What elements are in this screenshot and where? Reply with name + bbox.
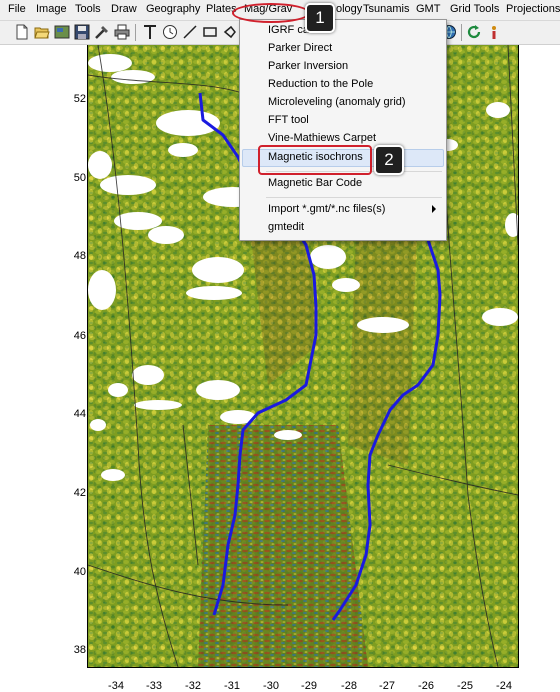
line-icon[interactable]	[182, 24, 198, 40]
menu-file[interactable]: File	[8, 3, 26, 15]
map-frame-bottom	[87, 667, 519, 668]
x-tick-label: -24	[496, 680, 512, 692]
x-tick-label: -30	[263, 680, 279, 692]
x-tick-label: -33	[146, 680, 162, 692]
menu-image[interactable]: Image	[36, 3, 67, 15]
magnetic-isochrons-highlight-box	[258, 145, 372, 175]
y-tick-label: 40	[73, 566, 86, 578]
x-tick-label: -29	[301, 680, 317, 692]
mag-grav-highlight-ring	[232, 3, 310, 23]
menu-item-magnetic-bar-code[interactable]: Magnetic Bar Code	[240, 175, 446, 193]
refresh-icon[interactable]	[466, 24, 482, 40]
y-tick-label: 42	[73, 487, 86, 499]
x-tick-label: -31	[224, 680, 240, 692]
menu-draw[interactable]: Draw	[111, 3, 137, 15]
menu-projections[interactable]: Projections	[506, 3, 560, 15]
rectangle-icon[interactable]	[202, 24, 218, 40]
submenu-arrow-icon	[432, 205, 436, 213]
menu-item-igrf-calc[interactable]: IGRF calc	[240, 22, 446, 40]
menu-grid-tools[interactable]: Grid Tools	[450, 3, 499, 15]
menu-item-gmtedit[interactable]: gmtedit	[240, 219, 446, 237]
step-callout-1: 1	[305, 3, 335, 33]
save-icon[interactable]	[74, 24, 90, 40]
x-tick-label: -32	[185, 680, 201, 692]
menu-item-microleveling[interactable]: Microleveling (anomaly grid)	[240, 94, 446, 112]
map-frame-right	[518, 45, 519, 668]
menu-item-reduction-to-pole[interactable]: Reduction to the Pole	[240, 76, 446, 94]
open-folder-icon[interactable]	[34, 24, 50, 40]
toolbar-separator	[461, 24, 462, 41]
info-icon[interactable]	[486, 24, 502, 40]
polygon-icon[interactable]	[222, 24, 238, 40]
menu-geography[interactable]: Geography	[146, 3, 200, 15]
map-frame-left	[87, 45, 88, 668]
y-tick-label: 48	[73, 250, 86, 262]
x-tick-label: -26	[418, 680, 434, 692]
y-tick-label: 44	[73, 408, 86, 420]
print-icon[interactable]	[114, 24, 130, 40]
menu-item-parker-direct[interactable]: Parker Direct	[240, 40, 446, 58]
menu-tsunamis[interactable]: Tsunamis	[363, 3, 409, 15]
menu-tools[interactable]: Tools	[75, 3, 101, 15]
menu-gmt[interactable]: GMT	[416, 3, 440, 15]
mag-grav-dropdown-menu: IGRF calc Parker Direct Parker Inversion…	[239, 19, 447, 241]
x-tick-label: -28	[341, 680, 357, 692]
y-tick-label: 46	[73, 330, 86, 342]
menu-separator	[266, 197, 442, 198]
y-tick-label: 50	[73, 172, 86, 184]
y-tick-label: 38	[73, 644, 86, 656]
toolbar-separator	[135, 24, 136, 41]
menu-item-import-gmt-nc[interactable]: Import *.gmt/*.nc files(s)	[240, 201, 446, 219]
clock-icon[interactable]	[162, 24, 178, 40]
text-icon[interactable]	[142, 24, 158, 40]
y-tick-label: 52	[73, 93, 86, 105]
image-icon[interactable]	[54, 24, 70, 40]
step-callout-2: 2	[374, 145, 404, 175]
tools-icon[interactable]	[94, 24, 110, 40]
x-tick-label: -34	[108, 680, 124, 692]
menu-ology[interactable]: ology	[336, 3, 362, 15]
x-tick-label: -27	[379, 680, 395, 692]
menu-item-fft-tool[interactable]: FFT tool	[240, 112, 446, 130]
x-tick-label: -25	[457, 680, 473, 692]
new-file-icon[interactable]	[14, 24, 30, 40]
menu-item-parker-inversion[interactable]: Parker Inversion	[240, 58, 446, 76]
